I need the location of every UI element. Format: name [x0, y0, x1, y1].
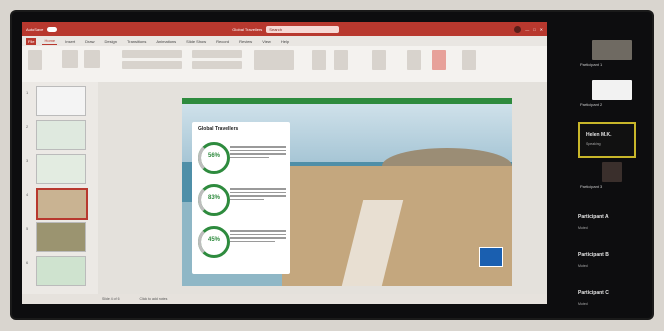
stat-description: [230, 188, 286, 202]
tile-name: Participant A: [578, 214, 609, 220]
search-input[interactable]: Search: [266, 25, 340, 33]
status-bar: Slide 4 of 6 Click to add notes: [22, 294, 547, 304]
tab-view[interactable]: View: [260, 38, 273, 45]
thumb-number: 6: [26, 260, 29, 265]
speaker-status: Speaking: [586, 142, 601, 146]
stat-percent: 45%: [207, 237, 220, 243]
notes-placeholder[interactable]: Click to add notes: [140, 297, 168, 301]
stat-ring: 56%: [198, 142, 230, 174]
slide-counter: Slide 4 of 6: [102, 297, 120, 301]
participant-video[interactable]: Participant 1: [580, 40, 644, 67]
user-avatar[interactable]: [514, 25, 522, 33]
participant-camera: [592, 40, 632, 60]
stat-description: [230, 146, 286, 160]
meeting-participants-panel: Participant 1 Participant 2 Helen M.K. S…: [558, 18, 650, 318]
addins-button[interactable]: [462, 50, 476, 70]
doc-title: Global Travellers: [232, 26, 263, 32]
photo-background: AutoSave Global Travellers Search — □ ✕ …: [0, 0, 664, 331]
participant-tile[interactable]: Participant A Muted: [578, 214, 648, 230]
slide-thumbnail[interactable]: [36, 86, 86, 116]
font-format-buttons[interactable]: [122, 61, 182, 69]
logo-icon: [479, 247, 503, 267]
slide-thumbnails: 1 2 3 4 5 6: [22, 82, 99, 294]
tab-help[interactable]: Help: [279, 38, 291, 45]
stat-description: [230, 230, 286, 244]
stat-ring: 83%: [198, 184, 230, 216]
tab-animations[interactable]: Animations: [154, 38, 178, 45]
slide-thumbnail[interactable]: [36, 154, 86, 184]
slide-thumbnail[interactable]: [36, 222, 86, 252]
thumb-number: 3: [26, 158, 29, 163]
slide-thumbnail-selected[interactable]: [36, 188, 88, 220]
close-icon[interactable]: ✕: [540, 27, 543, 32]
reuse-slides-button[interactable]: [84, 50, 100, 68]
tab-slideshow[interactable]: Slide Show: [184, 38, 208, 45]
tab-record[interactable]: Record: [214, 38, 231, 45]
stats-card: Global Travellers 56% 83% 45%: [192, 122, 290, 274]
thumb-number: 4: [26, 192, 29, 197]
arrange-button[interactable]: [312, 50, 326, 70]
slide-thumbnail[interactable]: [36, 256, 86, 286]
quick-styles-button[interactable]: [334, 50, 348, 70]
powerpoint-window: AutoSave Global Travellers Search — □ ✕ …: [22, 22, 547, 304]
participant-name: Participant 1: [580, 62, 603, 67]
tab-home[interactable]: Home: [42, 37, 58, 45]
current-slide[interactable]: Global Travellers 56% 83% 45%: [182, 104, 512, 286]
thumb-number: 1: [26, 90, 29, 95]
slide-canvas: Global Travellers 56% 83% 45%: [98, 82, 547, 294]
tile-status: Muted: [578, 226, 588, 230]
speaker-name: Helen M.K.: [586, 132, 612, 138]
participant-tile[interactable]: Participant B Muted: [578, 252, 648, 268]
tile-name: Participant C: [578, 290, 609, 296]
tab-draw[interactable]: Draw: [83, 38, 96, 45]
slide-title: Global Travellers: [198, 126, 239, 132]
new-slide-button[interactable]: [62, 50, 78, 68]
paste-button[interactable]: [28, 50, 42, 70]
tab-file[interactable]: File: [26, 37, 37, 45]
ribbon: [22, 46, 547, 83]
tile-status: Muted: [578, 264, 588, 268]
main-area: 1 2 3 4 5 6 Global Travellers 56% 83% 45…: [22, 82, 547, 294]
copilot-button[interactable]: [432, 50, 446, 70]
participant-video[interactable]: Participant 3: [580, 162, 644, 189]
ribbon-tabs: File Home Insert Draw Design Transitions…: [22, 36, 547, 46]
paragraph-buttons[interactable]: [192, 50, 242, 58]
autosave-label: AutoSave: [26, 26, 44, 32]
minimize-icon[interactable]: —: [525, 27, 529, 32]
participant-video[interactable]: Participant 2: [580, 80, 644, 107]
tab-design[interactable]: Design: [102, 38, 118, 45]
thumb-number: 5: [26, 226, 29, 231]
tile-name: Participant B: [578, 252, 609, 258]
tile-status: Muted: [578, 302, 588, 306]
designer-button[interactable]: [407, 50, 421, 70]
autosave-toggle[interactable]: [47, 26, 58, 32]
participant-tile[interactable]: Participant C Muted: [578, 290, 648, 306]
tab-insert[interactable]: Insert: [63, 38, 77, 45]
thumb-number: 2: [26, 124, 29, 129]
alignment-buttons[interactable]: [192, 61, 242, 69]
stat-percent: 56%: [207, 153, 220, 159]
shapes-gallery[interactable]: [254, 50, 294, 70]
participant-logo: [592, 80, 632, 100]
stat-percent: 83%: [207, 195, 220, 201]
maximize-icon[interactable]: □: [533, 27, 535, 32]
tab-transitions[interactable]: Transitions: [125, 38, 148, 45]
participant-camera: [602, 162, 622, 182]
stat-ring: 45%: [198, 226, 230, 258]
photo-dunes: [282, 166, 512, 286]
slide-thumbnail[interactable]: [36, 120, 86, 150]
title-bar: AutoSave Global Travellers Search — □ ✕: [22, 22, 547, 36]
participant-name: Participant 2: [580, 102, 603, 107]
participant-name: Participant 3: [580, 184, 603, 189]
active-speaker-tile[interactable]: Helen M.K. Speaking: [578, 122, 636, 158]
tab-review[interactable]: Review: [237, 38, 254, 45]
font-family-select[interactable]: [122, 50, 182, 58]
dictate-button[interactable]: [372, 50, 386, 70]
